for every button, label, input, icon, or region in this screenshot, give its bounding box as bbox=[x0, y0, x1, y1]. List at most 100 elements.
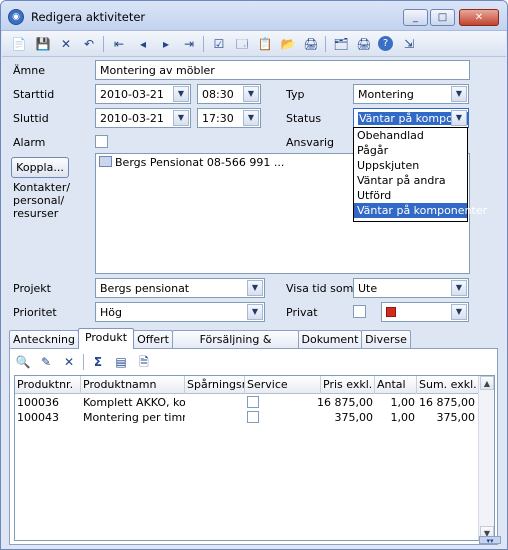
table-header: Produktnr. Produktnamn Spårningsnr. Serv… bbox=[15, 376, 480, 394]
undo-icon[interactable]: ↶ bbox=[80, 35, 98, 53]
start-time-picker[interactable]: 08:30 ▼ bbox=[197, 84, 261, 104]
status-option-obehandlad[interactable]: Obehandlad bbox=[354, 128, 467, 143]
service-checkbox[interactable] bbox=[247, 396, 259, 408]
edit-icon[interactable]: ✎ bbox=[37, 353, 55, 371]
cell-produktnr[interactable]: 100036 bbox=[15, 395, 81, 410]
column-header[interactable]: Produktnr. bbox=[15, 376, 81, 394]
tab-produkt[interactable]: Produkt bbox=[78, 328, 134, 349]
toolbar-separator bbox=[325, 36, 326, 52]
scroll-up-icon[interactable]: ▲ bbox=[480, 376, 494, 390]
checkmark-icon[interactable]: ☑ bbox=[210, 35, 228, 53]
typ-select[interactable]: Montering ▼ bbox=[353, 84, 469, 104]
chevron-down-icon[interactable]: ▼ bbox=[247, 280, 263, 296]
delete-icon[interactable]: ✕ bbox=[57, 35, 75, 53]
column-header[interactable]: Spårningsnr. bbox=[185, 376, 245, 394]
exit-icon[interactable]: ⇲ bbox=[400, 35, 418, 53]
projekt-value: Bergs pensionat bbox=[100, 282, 190, 295]
koppla-button[interactable]: Koppla... bbox=[11, 157, 69, 178]
help-icon[interactable]: ? bbox=[378, 36, 393, 51]
tab-dokument[interactable]: Dokument bbox=[298, 330, 362, 349]
visa-tid-select[interactable]: Ute ▼ bbox=[353, 278, 469, 298]
chevron-down-icon[interactable]: ▼ bbox=[173, 86, 189, 102]
table-icon[interactable]: ▤ bbox=[112, 353, 130, 371]
cell-pris[interactable]: 375,00 bbox=[305, 410, 375, 425]
column-header[interactable]: Sum. exkl. m bbox=[417, 376, 480, 394]
document-icon[interactable]: 🗎 bbox=[135, 353, 153, 371]
cell-antal[interactable]: 1,00 bbox=[375, 410, 417, 425]
delete-row-icon[interactable]: ✕ bbox=[60, 353, 78, 371]
print-icon[interactable]: 🖨 bbox=[355, 35, 373, 53]
print-preview-icon[interactable]: 🖨 bbox=[302, 35, 320, 53]
chevron-down-icon[interactable]: ▼ bbox=[451, 280, 467, 296]
kontakter-label-line3: resurser bbox=[13, 207, 59, 220]
save-icon[interactable]: 💾 bbox=[34, 35, 52, 53]
vertical-scrollbar[interactable]: ▲ ▼ bbox=[478, 376, 494, 540]
expand-icon[interactable]: ▾▾ bbox=[479, 536, 501, 545]
toolbar-separator bbox=[83, 354, 84, 370]
properties-icon[interactable]: 🗂 bbox=[332, 35, 350, 53]
color-select[interactable]: ▼ bbox=[381, 302, 469, 322]
status-option-vantar-pa-komponenter[interactable]: Väntar på komponenter bbox=[354, 203, 487, 218]
cell-summa[interactable]: 16 875,00 bbox=[417, 395, 477, 410]
chevron-down-icon[interactable]: ▼ bbox=[173, 110, 189, 126]
visa-tid-label: Visa tid som bbox=[286, 282, 354, 295]
cell-produktnamn[interactable]: Montering per timme bbox=[81, 410, 185, 425]
cell-produktnr[interactable]: 100043 bbox=[15, 410, 81, 425]
chevron-down-icon[interactable]: ▼ bbox=[243, 110, 259, 126]
chevron-down-icon[interactable]: ▼ bbox=[243, 86, 259, 102]
alarm-checkbox[interactable] bbox=[95, 135, 108, 148]
first-record-icon[interactable]: ⇤ bbox=[110, 35, 128, 53]
sluttid-label: Sluttid bbox=[13, 112, 49, 125]
last-record-icon[interactable]: ⇥ bbox=[180, 35, 198, 53]
status-option-uppskjuten[interactable]: Uppskjuten bbox=[354, 158, 467, 173]
cell-pris[interactable]: 16 875,00 bbox=[305, 395, 375, 410]
tab-forsaljning[interactable]: Försäljning & fakturering bbox=[172, 330, 299, 363]
previous-record-icon[interactable]: ◂ bbox=[134, 35, 152, 53]
status-option-vantar-pa-andra[interactable]: Väntar på andra bbox=[354, 173, 467, 188]
end-time-value: 17:30 bbox=[202, 112, 234, 125]
chevron-down-icon[interactable]: ▼ bbox=[451, 304, 467, 320]
amne-input[interactable]: Montering av möbler bbox=[95, 60, 470, 80]
column-header[interactable]: Service bbox=[245, 376, 321, 394]
status-dropdown-list[interactable]: Obehandlad Pågår Uppskjuten Väntar på an… bbox=[353, 127, 487, 222]
next-record-icon[interactable]: ▸ bbox=[157, 35, 175, 53]
search-icon[interactable]: 🔍 bbox=[14, 353, 32, 371]
status-option-utford[interactable]: Utförd bbox=[354, 188, 467, 203]
service-checkbox[interactable] bbox=[247, 411, 259, 423]
column-header[interactable]: Produktnamn bbox=[81, 376, 185, 394]
cell-summa[interactable]: 375,00 bbox=[417, 410, 477, 425]
tab-offert[interactable]: Offert bbox=[133, 330, 173, 349]
tab-diverse[interactable]: Diverse bbox=[361, 330, 411, 349]
prioritet-select[interactable]: Hög ▼ bbox=[95, 302, 265, 322]
copy-icon[interactable]: 📋 bbox=[256, 35, 274, 53]
chevron-down-icon[interactable]: ▼ bbox=[247, 304, 263, 320]
sum-icon[interactable]: Σ bbox=[89, 353, 107, 371]
maximize-button[interactable]: □ bbox=[430, 9, 455, 26]
end-time-picker[interactable]: 17:30 ▼ bbox=[197, 108, 261, 128]
folder-icon[interactable]: 📂 bbox=[279, 35, 297, 53]
minimize-button[interactable]: _ bbox=[403, 9, 428, 26]
window-icon[interactable]: 🗔 bbox=[233, 35, 251, 53]
chevron-down-icon[interactable]: ▼ bbox=[451, 86, 467, 102]
starttid-label: Starttid bbox=[13, 88, 55, 101]
status-select[interactable]: Väntar på kompone ▼ bbox=[353, 108, 469, 128]
end-date-picker[interactable]: 2010-03-21 ▼ bbox=[95, 108, 191, 128]
cell-antal[interactable]: 1,00 bbox=[375, 395, 417, 410]
tab-anteckning[interactable]: Anteckning bbox=[9, 330, 79, 349]
status-option-pagar[interactable]: Pågår bbox=[354, 143, 467, 158]
privat-checkbox[interactable] bbox=[353, 305, 366, 318]
new-icon[interactable]: 📄 bbox=[10, 35, 28, 53]
projekt-label: Projekt bbox=[13, 282, 51, 295]
typ-value: Montering bbox=[358, 88, 414, 101]
close-button[interactable]: ✕ bbox=[459, 9, 499, 26]
prioritet-label: Prioritet bbox=[13, 306, 57, 319]
cell-produktnamn[interactable]: Komplett AKKO, kon bbox=[81, 395, 185, 410]
projekt-select[interactable]: Bergs pensionat ▼ bbox=[95, 278, 265, 298]
contact-entry[interactable]: Bergs Pensionat 08-566 991 ... bbox=[99, 156, 284, 169]
typ-label: Typ bbox=[286, 88, 305, 101]
start-date-picker[interactable]: 2010-03-21 ▼ bbox=[95, 84, 191, 104]
prioritet-value: Hög bbox=[100, 306, 122, 319]
column-header[interactable]: Antal bbox=[375, 376, 417, 394]
column-header[interactable]: Pris exkl. moms bbox=[321, 376, 375, 394]
chevron-down-icon[interactable]: ▼ bbox=[451, 110, 467, 126]
